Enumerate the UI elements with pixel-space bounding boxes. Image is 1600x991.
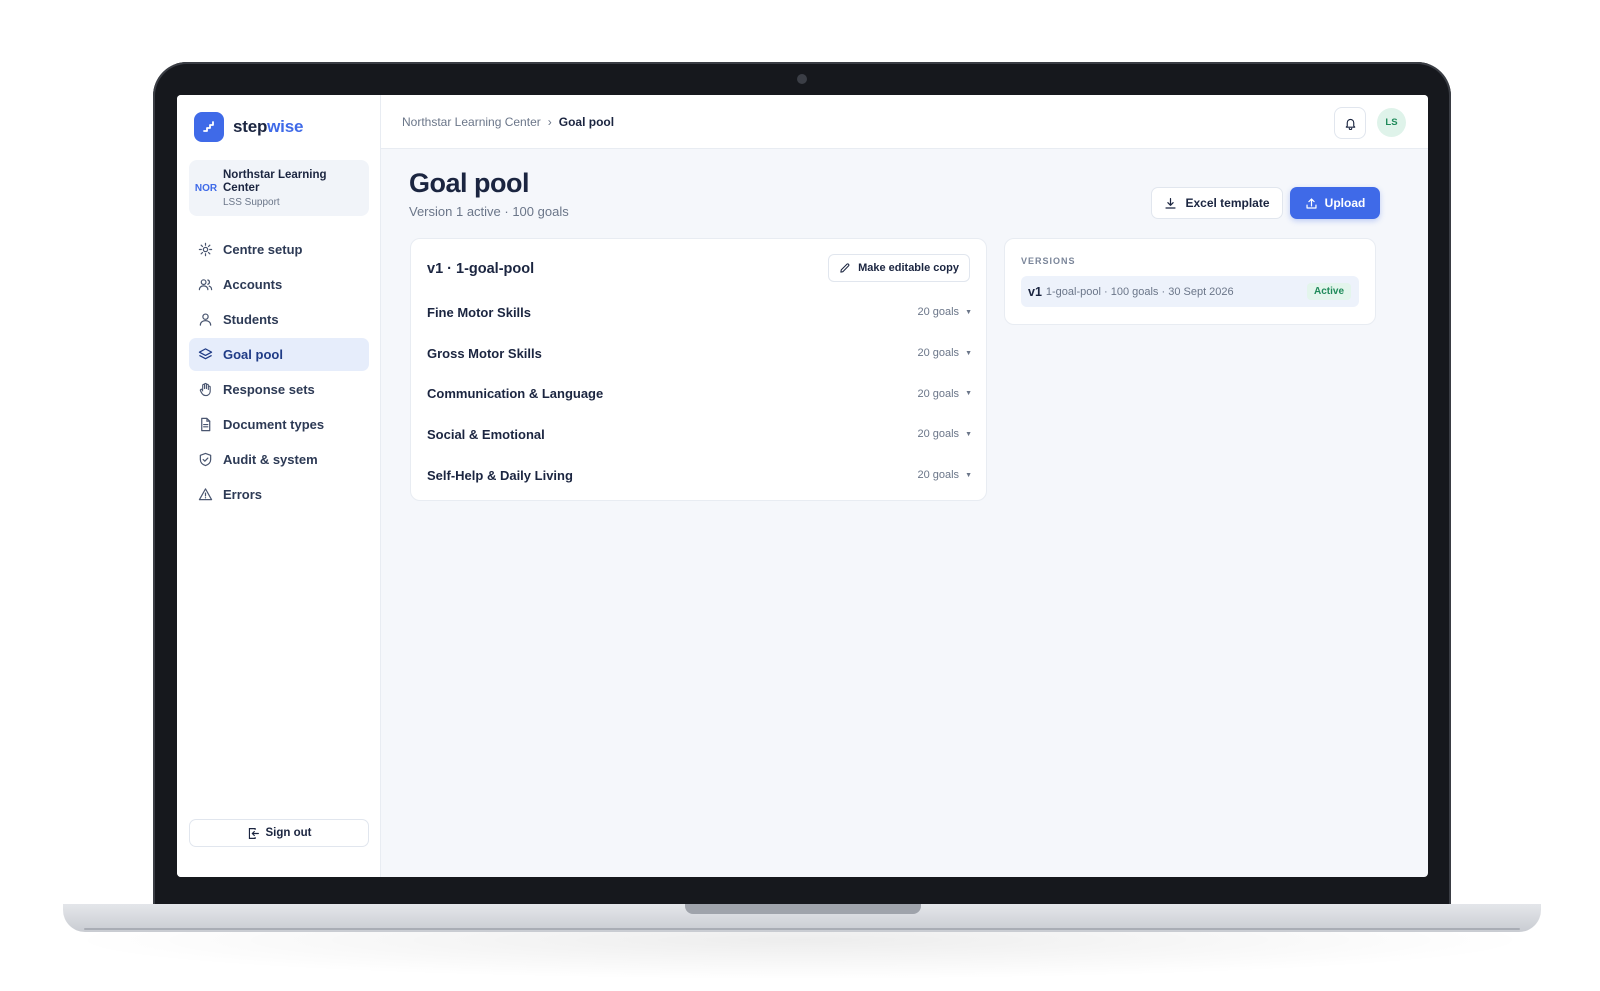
breadcrumb-current: Goal pool xyxy=(558,114,615,129)
sidebar: stepwise NOR Northstar Learning Center L… xyxy=(177,95,381,877)
domain-list: Fine Motor Skills 20 goals ▼ Gross Motor … xyxy=(427,292,972,495)
brand-name: stepwise xyxy=(233,117,304,136)
notifications-button[interactable] xyxy=(1334,107,1366,139)
upload-icon xyxy=(1306,197,1317,209)
domain-count: 20 goals ▼ xyxy=(917,428,972,441)
sidebar-item-label: Audit & system xyxy=(223,452,318,467)
domain-row[interactable]: Social & Emotional 20 goals ▼ xyxy=(427,414,972,455)
domain-count: 20 goals ▼ xyxy=(917,306,972,319)
users-icon xyxy=(198,279,213,291)
sidebar-item-centre-setup[interactable]: Centre setup xyxy=(189,233,369,266)
sidebar-item-label: Centre setup xyxy=(223,242,303,257)
sign-out-label: Sign out xyxy=(265,827,312,839)
sidebar-item-label: Accounts xyxy=(223,277,283,292)
domain-row[interactable]: Fine Motor Skills 20 goals ▼ xyxy=(427,292,972,333)
caret-down-icon: ▼ xyxy=(965,308,972,316)
sidebar-item-document-types[interactable]: Document types xyxy=(189,408,369,441)
sign-out-button[interactable]: Sign out xyxy=(189,819,369,847)
sidebar-item-errors[interactable]: Errors xyxy=(189,478,369,511)
domain-name: Self-Help & Daily Living xyxy=(427,467,573,483)
shield-icon xyxy=(199,452,212,467)
org-role: LSS Support xyxy=(223,196,280,208)
versions-heading: VERSIONS xyxy=(1021,256,1076,266)
domain-count: 20 goals ▼ xyxy=(917,387,972,400)
page-subtitle: Version 1 active · 100 goals xyxy=(409,204,569,219)
sidebar-item-label: Errors xyxy=(223,487,263,502)
document-icon xyxy=(201,417,211,432)
org-name: Northstar Learning Center xyxy=(223,168,327,194)
sign-out-icon xyxy=(248,827,259,839)
breadcrumb-separator: › xyxy=(547,114,552,129)
sidebar-item-accounts[interactable]: Accounts xyxy=(189,268,369,301)
topbar: Northstar Learning Center › Goal pool LS xyxy=(381,95,1428,149)
domain-row[interactable]: Self-Help & Daily Living 20 goals ▼ xyxy=(427,455,972,496)
upload-button[interactable]: Upload xyxy=(1290,187,1380,219)
stairs-logo-icon xyxy=(194,112,224,142)
caret-down-icon: ▼ xyxy=(965,349,972,357)
domain-count: 20 goals ▼ xyxy=(917,347,972,360)
version-meta: 1-goal-pool · 100 goals · 30 Sept 2026 xyxy=(1045,285,1234,298)
domain-name: Gross Motor Skills xyxy=(427,345,542,361)
sidebar-item-students[interactable]: Students xyxy=(189,303,369,336)
laptop-base-edge xyxy=(84,928,1520,930)
layers-icon xyxy=(198,348,213,360)
domain-name: Social & Emotional xyxy=(427,426,545,442)
sidebar-item-audit-system[interactable]: Audit & system xyxy=(189,443,369,476)
org-code: NOR xyxy=(194,182,218,194)
pencil-icon xyxy=(840,263,850,273)
domain-name: Communication & Language xyxy=(427,386,604,402)
version-id: v1 xyxy=(1028,284,1042,299)
caret-down-icon: ▼ xyxy=(965,471,972,479)
upload-label: Upload xyxy=(1324,196,1366,210)
download-icon xyxy=(1165,197,1177,209)
gear-icon xyxy=(198,242,213,257)
sidebar-nav: Centre setup Accounts Students Goal pool… xyxy=(189,233,369,513)
make-editable-copy-button[interactable]: Make editable copy xyxy=(828,254,970,282)
pool-title: v1 · 1-goal-pool xyxy=(427,261,535,277)
hand-icon xyxy=(199,382,211,397)
excel-template-button[interactable]: Excel template xyxy=(1151,187,1283,219)
sidebar-item-goal-pool[interactable]: Goal pool xyxy=(189,338,369,371)
domain-name: Fine Motor Skills xyxy=(427,304,532,320)
domain-row[interactable]: Gross Motor Skills 20 goals ▼ xyxy=(427,333,972,374)
breadcrumb-root[interactable]: Northstar Learning Center xyxy=(402,115,541,129)
make-editable-copy-label: Make editable copy xyxy=(858,262,959,274)
bell-icon xyxy=(1345,118,1355,130)
user-icon xyxy=(199,313,212,326)
app-window: stepwise NOR Northstar Learning Center L… xyxy=(177,95,1428,877)
sidebar-item-label: Goal pool xyxy=(223,347,283,362)
warning-icon xyxy=(198,488,213,501)
avatar[interactable]: LS xyxy=(1377,108,1406,137)
goal-pool-card: v1 · 1-goal-pool Make editable copy Fine… xyxy=(410,238,987,501)
laptop-notch xyxy=(685,904,921,914)
caret-down-icon: ▼ xyxy=(965,390,972,398)
domain-count: 20 goals ▼ xyxy=(917,469,972,482)
sidebar-item-response-sets[interactable]: Response sets xyxy=(189,373,369,406)
caret-down-icon: ▼ xyxy=(965,430,972,438)
domain-row[interactable]: Communication & Language 20 goals ▼ xyxy=(427,373,972,414)
camera-icon xyxy=(797,74,807,84)
page-title: Goal pool xyxy=(409,168,530,198)
main-content: Northstar Learning Center › Goal pool LS… xyxy=(381,95,1428,877)
sidebar-item-label: Students xyxy=(223,312,279,327)
versions-card: VERSIONS v1 1-goal-pool · 100 goals · 30… xyxy=(1004,238,1376,325)
org-switcher[interactable]: NOR Northstar Learning Center LSS Suppor… xyxy=(189,160,369,216)
version-row[interactable]: v1 1-goal-pool · 100 goals · 30 Sept 202… xyxy=(1021,276,1359,307)
excel-template-label: Excel template xyxy=(1185,196,1270,210)
sidebar-item-label: Response sets xyxy=(223,382,315,397)
brand[interactable]: stepwise xyxy=(194,112,303,142)
status-badge: Active xyxy=(1306,283,1351,300)
sidebar-item-label: Document types xyxy=(223,417,325,432)
